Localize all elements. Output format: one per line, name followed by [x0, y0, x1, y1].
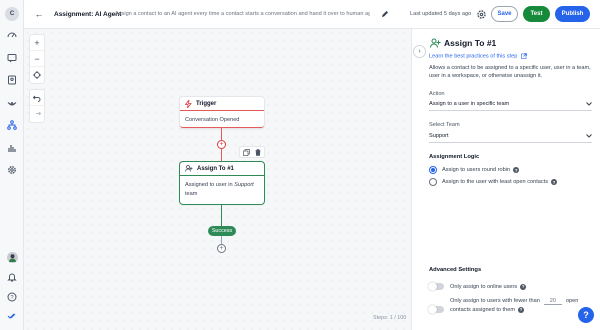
settings-icon[interactable]: [6, 164, 18, 176]
step-settings-panel: Assign To #1 Learn the best practices of…: [411, 29, 600, 330]
radio-selected[interactable]: [429, 166, 437, 174]
assign-user-icon: [185, 165, 193, 172]
panel-description: Allows a contact to be assigned to a spe…: [429, 65, 591, 79]
assignment-logic-title: Assignment Logic: [429, 154, 480, 160]
assign-body-prefix: Assigned to user in: [185, 182, 235, 188]
history-controls: [29, 89, 45, 123]
zoom-out-button[interactable]: −: [30, 51, 44, 67]
last-updated-text: Last updated 5 days ago: [410, 11, 472, 17]
action-label: Action: [429, 91, 445, 97]
undo-button[interactable]: [30, 90, 44, 106]
fewer-contacts-line2: contacts assigned to them: [450, 307, 515, 313]
redo-button[interactable]: [30, 106, 44, 122]
connector-line: [221, 204, 222, 227]
action-select[interactable]: Assign to a user in specific team: [429, 98, 592, 111]
fewer-contacts-suffix: open: [565, 298, 579, 304]
user-avatar[interactable]: [6, 251, 18, 263]
left-nav-rail: C ?: [0, 0, 24, 330]
svg-text:?: ?: [10, 295, 13, 301]
assign-node[interactable]: Assign To #1 Assigned to user in Support…: [180, 162, 264, 204]
fewer-contacts-toggle-row: Only assign to users with fewer than 20 op…: [428, 297, 578, 315]
online-users-toggle-row: Only assign to online users ?: [428, 282, 527, 291]
external-link-icon: [521, 53, 527, 59]
assign-node-body: Assigned to user in Support team: [180, 176, 264, 204]
workspace-avatar[interactable]: C: [5, 7, 19, 21]
trigger-node-body: Conversation Opened: [185, 117, 240, 123]
node-toolbar: [239, 146, 265, 158]
online-users-label: Only assign to online users: [450, 283, 518, 290]
inbox-icon[interactable]: [6, 52, 18, 64]
learn-more-link[interactable]: Learn the best practices of this step: [429, 53, 527, 59]
help-chat-button[interactable]: ?: [578, 307, 594, 323]
team-label: Select Team: [429, 122, 460, 128]
fit-view-button[interactable]: [30, 67, 44, 83]
logic-option-round-robin[interactable]: Assign to users round robin ?: [429, 166, 520, 174]
trash-icon[interactable]: [255, 148, 261, 156]
save-button[interactable]: Save: [491, 6, 518, 22]
logic-option-label: Assign to the user with least open conta…: [442, 179, 549, 185]
chevron-down-icon: [586, 134, 592, 138]
steps-counter: Steps: 1 / 100: [373, 315, 407, 321]
contacts-icon[interactable]: [6, 74, 18, 86]
max-contacts-input[interactable]: 20: [543, 297, 562, 305]
dashboard-icon[interactable]: [6, 29, 18, 41]
help-icon[interactable]: ?: [551, 179, 558, 185]
online-users-toggle[interactable]: [428, 282, 444, 291]
workflow-canvas[interactable]: + − Trigger Conversation Opened + Assign…: [24, 29, 411, 330]
publish-button[interactable]: Publish: [555, 6, 590, 22]
add-step-button[interactable]: +: [217, 244, 226, 253]
logic-option-label: Assign to users round robin: [442, 167, 511, 173]
assign-body-team: Support: [234, 182, 254, 188]
workflows-icon[interactable]: [6, 119, 18, 131]
collapse-panel-chevron-icon[interactable]: ›: [413, 45, 426, 58]
assign-user-icon: [430, 38, 441, 49]
gear-icon[interactable]: [476, 9, 487, 20]
trigger-node[interactable]: Trigger Conversation Opened: [180, 97, 264, 128]
trigger-node-title: Trigger: [196, 100, 217, 107]
action-select-value: Assign to a user in specific team: [429, 101, 510, 107]
help-icon[interactable]: ?: [520, 283, 527, 290]
add-step-button[interactable]: +: [217, 140, 226, 149]
zoom-in-button[interactable]: +: [30, 35, 44, 51]
assign-body-suffix: team: [185, 191, 198, 197]
advanced-settings-title: Advanced Settings: [429, 267, 482, 273]
checkmarks-icon: [6, 310, 18, 322]
zoom-controls: + −: [29, 34, 45, 84]
team-select[interactable]: Support: [429, 130, 592, 143]
back-arrow-icon[interactable]: ←: [33, 8, 45, 20]
copy-icon[interactable]: [242, 148, 250, 156]
help-icon[interactable]: ?: [513, 167, 520, 173]
reports-icon[interactable]: [6, 142, 18, 154]
workflow-title: Assignment: AI Agent: [54, 11, 122, 18]
fewer-contacts-prefix: Only assign to users with fewer than: [450, 298, 540, 304]
notifications-icon[interactable]: [6, 271, 18, 283]
workflow-description: Assign a contact to an AI agent every ti…: [115, 11, 370, 17]
edit-pencil-icon[interactable]: [380, 9, 390, 19]
assign-node-title: Assign To #1: [197, 165, 234, 172]
workflow-header: ← Assignment: AI Agent Assign a contact …: [24, 0, 600, 29]
radio-unselected[interactable]: [429, 178, 437, 186]
success-badge: Success: [208, 226, 236, 236]
learn-more-link-text[interactable]: Learn the best practices of this step: [429, 53, 517, 59]
chevron-down-icon: [586, 102, 592, 106]
fewer-contacts-text: Only assign to users with fewer than 20 op…: [450, 297, 578, 315]
fewer-contacts-toggle[interactable]: [428, 305, 444, 314]
panel-title: Assign To #1: [444, 38, 497, 48]
lightning-icon: [185, 99, 192, 108]
help-icon[interactable]: ?: [518, 306, 524, 313]
test-button[interactable]: Test: [523, 6, 550, 22]
logic-option-least-open[interactable]: Assign to the user with least open conta…: [429, 178, 558, 186]
broadcast-icon[interactable]: [6, 96, 18, 108]
team-select-value: Support: [429, 133, 449, 139]
help-icon[interactable]: ?: [6, 291, 18, 303]
